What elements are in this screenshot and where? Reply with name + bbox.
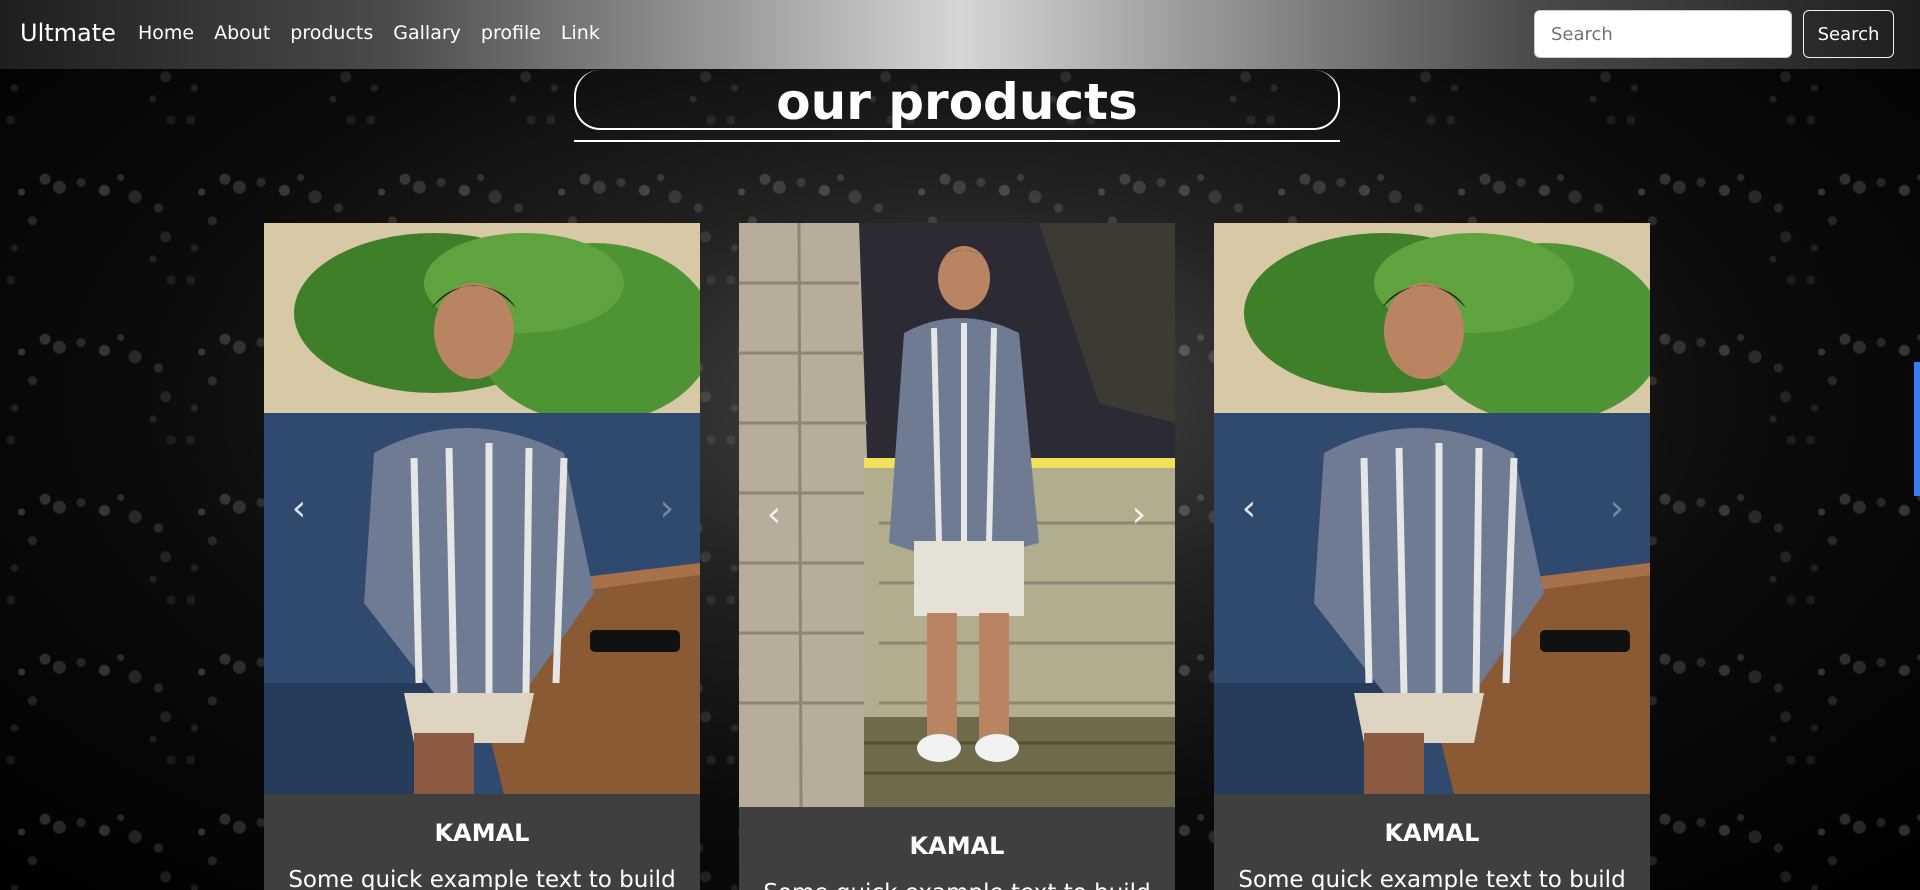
heading-underline: [574, 140, 1340, 142]
carousel-next-icon[interactable]: ›: [1602, 489, 1632, 529]
card-body: KAMAL Some quick example text to build: [739, 832, 1175, 890]
card-title: KAMAL: [909, 832, 1005, 860]
search-button[interactable]: Search: [1803, 10, 1894, 58]
card-body: KAMAL Some quick example text to build: [264, 819, 700, 890]
carousel-prev-icon[interactable]: ‹: [759, 495, 789, 535]
card-text: Some quick example text to build: [739, 880, 1175, 890]
nav-link-profile[interactable]: profile: [481, 22, 541, 44]
nav-link-link[interactable]: Link: [561, 22, 600, 44]
card-text: Some quick example text to build: [288, 867, 676, 890]
product-photo: [1214, 223, 1650, 794]
nav-link-about[interactable]: About: [214, 22, 270, 44]
carousel-next-icon[interactable]: ›: [1124, 495, 1154, 535]
nav-link-products[interactable]: products: [290, 22, 373, 44]
product-card: ‹ › KAMAL Some quick example text to bui…: [264, 223, 700, 890]
nav-link-gallary[interactable]: Gallary: [393, 22, 461, 44]
nav-link-home[interactable]: Home: [138, 22, 194, 44]
card-text: Some quick example text to build: [1238, 867, 1626, 890]
card-title: KAMAL: [1384, 819, 1480, 847]
carousel-next-icon[interactable]: ›: [652, 489, 682, 529]
product-photo: [264, 223, 700, 794]
product-card: ‹ › KAMAL Some quick example text to bui…: [739, 223, 1175, 890]
nav-links: Home About products Gallary profile Link: [138, 22, 600, 44]
card-body: KAMAL Some quick example text to build: [1214, 819, 1650, 890]
search-input[interactable]: [1534, 10, 1792, 58]
carousel-prev-icon[interactable]: ‹: [1234, 489, 1264, 529]
scrollbar-thumb[interactable]: [1914, 362, 1920, 496]
product-card: ‹ › KAMAL Some quick example text to bui…: [1214, 223, 1650, 890]
brand-logo[interactable]: Ultmate: [20, 19, 116, 47]
product-photo: [739, 223, 1175, 807]
navbar: Ultmate Home About products Gallary prof…: [0, 0, 1920, 69]
carousel-prev-icon[interactable]: ‹: [284, 489, 314, 529]
card-title: KAMAL: [434, 819, 530, 847]
section-heading: our products: [776, 73, 1138, 131]
